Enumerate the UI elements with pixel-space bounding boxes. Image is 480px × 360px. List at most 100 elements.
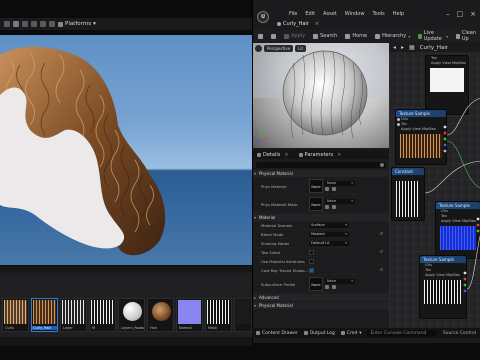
- unreal-logo-icon[interactable]: U: [257, 11, 269, 23]
- constant-node[interactable]: Constant: [391, 167, 425, 221]
- hierarchy-button[interactable]: Hierarchy ▾: [372, 32, 413, 40]
- play-icon[interactable]: [49, 21, 55, 27]
- material-graph[interactable]: ◂ ▸ ▦ Curly_Hair Tex Apply View MipBias …: [389, 43, 480, 333]
- prop-phys-material-mask: Phys Material Mask None None ▾: [253, 195, 389, 213]
- asset-picker[interactable]: None ▾: [325, 181, 355, 186]
- material-editor-toolbar: Apply Search Home Hierarchy ▾ Live Update…: [253, 30, 480, 42]
- forward-arrow-icon[interactable]: ▸: [401, 44, 404, 51]
- menu-bar: File Edit Asset Window Tools Help: [289, 11, 404, 17]
- texture-sample-node[interactable]: Texture Sample UVs Tex Apply View MipBia…: [419, 255, 467, 319]
- menu-asset[interactable]: Asset: [323, 11, 337, 17]
- asset-thumbnail[interactable]: M: [89, 298, 116, 332]
- prop-label: Blend Mode: [261, 232, 284, 237]
- close-icon[interactable]: ×: [470, 10, 476, 18]
- chevron-down-icon: ▾: [345, 241, 347, 245]
- add-actor-icon[interactable]: [22, 21, 28, 27]
- content-drawer-button[interactable]: Content Drawer: [256, 331, 298, 336]
- menu-window[interactable]: Window: [345, 11, 365, 17]
- reset-arrow-icon[interactable]: ↺: [379, 232, 383, 237]
- lit-button[interactable]: Lit: [295, 44, 307, 52]
- platforms-button[interactable]: Platforms ▾: [58, 21, 96, 27]
- preview-options-icon[interactable]: [255, 44, 262, 52]
- tab-curly-hair[interactable]: Curly_Hair ×: [277, 20, 319, 28]
- asset-thumbnail[interactable]: [234, 298, 252, 332]
- tab-parameters[interactable]: Parameters ×: [298, 152, 341, 158]
- cinematics-icon[interactable]: [40, 21, 46, 27]
- close-tab-icon[interactable]: ×: [315, 21, 319, 27]
- section-material[interactable]: Material: [253, 214, 389, 221]
- asset-picker[interactable]: None ▾: [325, 279, 355, 284]
- menu-file[interactable]: File: [289, 11, 297, 17]
- details-search-input[interactable]: [256, 162, 386, 168]
- home-button[interactable]: Home: [342, 32, 370, 40]
- section-advanced[interactable]: Advanced: [253, 294, 389, 301]
- asset-thumbnail[interactable]: Layers_Roots: [118, 298, 145, 332]
- asset-picker[interactable]: None ▾: [325, 199, 355, 204]
- save-icon[interactable]: [4, 21, 10, 27]
- section-physical-material-2[interactable]: Physical Material: [253, 302, 389, 309]
- material-preview-viewport[interactable]: Perspective Lit: [253, 43, 389, 148]
- texture-sample-node[interactable]: Tex Apply View MipBias: [425, 55, 469, 115]
- pin[interactable]: [397, 123, 400, 126]
- blend-mode-select[interactable]: Masked ▾: [309, 232, 349, 237]
- use-selected-icon[interactable]: [325, 205, 329, 209]
- asset-thumbnail[interactable]: Mask: [205, 298, 232, 332]
- cmd-dropdown[interactable]: Cmd ▾: [340, 331, 361, 336]
- asset-thumbnail[interactable]: Normal: [176, 298, 203, 332]
- asset-picker-value: None: [327, 181, 337, 185]
- clean-up-button[interactable]: Clean Up: [453, 29, 480, 43]
- output-log-label: Output Log: [309, 330, 335, 336]
- browse-icon[interactable]: [332, 187, 336, 191]
- asset-thumbnail[interactable]: Hair: [147, 298, 174, 332]
- material-domain-select[interactable]: Surface ▾: [309, 223, 349, 228]
- shading-model-select[interactable]: Default Lit ▾: [309, 241, 349, 246]
- asset-thumb[interactable]: None: [309, 197, 323, 211]
- asset-thumbnail[interactable]: Layer: [60, 298, 87, 332]
- menu-help[interactable]: Help: [393, 11, 404, 17]
- live-update-icon: [418, 33, 422, 39]
- source-control-button[interactable]: Source Control: [443, 331, 476, 336]
- gear-icon[interactable]: [380, 163, 384, 167]
- browse-icon[interactable]: [332, 285, 336, 289]
- use-selected-icon[interactable]: [325, 187, 329, 191]
- close-tab-icon[interactable]: ×: [284, 152, 288, 158]
- apply-button[interactable]: Apply: [281, 32, 308, 40]
- menu-edit[interactable]: Edit: [305, 11, 315, 17]
- cast-ray-traced-shadows-checkbox[interactable]: [309, 268, 314, 273]
- search-button[interactable]: Search: [310, 32, 340, 40]
- two-sided-checkbox[interactable]: [309, 250, 314, 255]
- asset-thumbnail-selected[interactable]: Curly_Hair: [31, 298, 58, 332]
- prop-label: Cast Ray Traced Shado...: [261, 268, 309, 273]
- console-command-input[interactable]: Enter Console Command: [367, 329, 437, 337]
- search-icon: [313, 33, 319, 39]
- close-tab-icon[interactable]: ×: [337, 152, 341, 158]
- output-log-button[interactable]: Output Log: [303, 330, 335, 336]
- viewport-toolbar: Platforms ▾: [0, 18, 252, 30]
- reset-arrow-icon[interactable]: ↺: [379, 250, 383, 255]
- use-selected-icon[interactable]: [325, 285, 329, 289]
- asset-thumb[interactable]: None: [309, 277, 323, 291]
- browse-icon[interactable]: [332, 205, 336, 209]
- asset-label: Layer: [63, 326, 73, 330]
- back-arrow-icon[interactable]: ◂: [393, 44, 396, 51]
- section-physical-material[interactable]: Physical Material: [253, 170, 389, 177]
- level-viewport[interactable]: [0, 35, 252, 265]
- pin[interactable]: [397, 118, 400, 121]
- use-material-attributes-checkbox[interactable]: [309, 259, 314, 264]
- perspective-button[interactable]: Perspective: [264, 44, 294, 52]
- blueprint-icon[interactable]: [31, 21, 37, 27]
- texture-sample-node[interactable]: Texture Sample UVs Tex Apply View MipBia…: [395, 109, 447, 165]
- live-update-button[interactable]: Live Update ▾: [415, 29, 451, 43]
- maximize-icon[interactable]: □: [457, 10, 464, 18]
- minimize-icon[interactable]: –: [446, 10, 450, 18]
- menu-tools[interactable]: Tools: [372, 11, 384, 17]
- save-button[interactable]: [255, 33, 266, 40]
- reset-arrow-icon[interactable]: ↺: [379, 268, 383, 273]
- asset-thumbnail[interactable]: Curls: [2, 298, 29, 332]
- asset-thumb[interactable]: None: [309, 179, 323, 193]
- texture-preview: [430, 68, 464, 92]
- mode-icon[interactable]: [13, 21, 19, 27]
- texture-sample-node[interactable]: Texture Sample UVs Tex Apply View MipBia…: [435, 201, 480, 259]
- browse-button[interactable]: [268, 33, 279, 40]
- tab-details[interactable]: Details ×: [257, 152, 289, 158]
